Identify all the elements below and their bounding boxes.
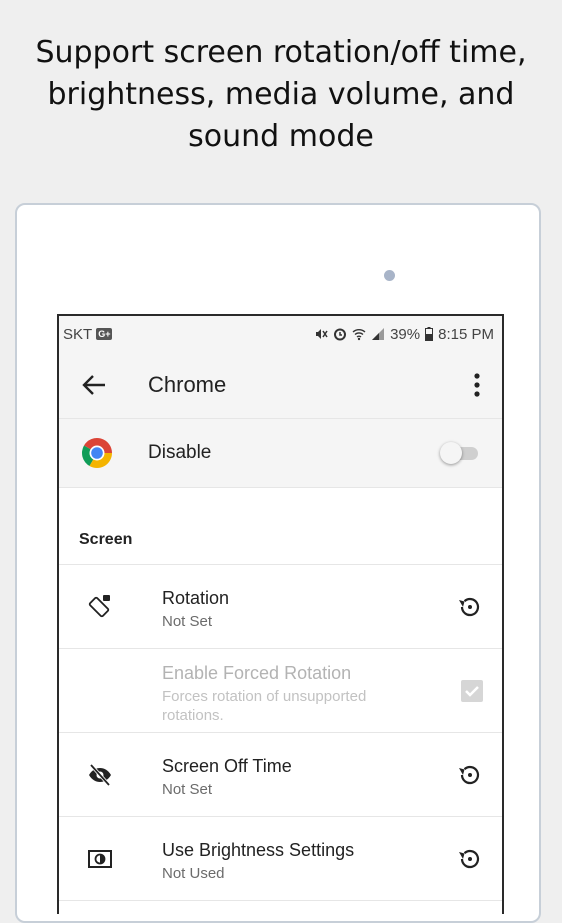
page-title: Chrome	[148, 372, 227, 397]
clock: 8:15 PM	[438, 325, 494, 343]
wifi-icon	[352, 329, 366, 341]
brightness-title: Use Brightness Settings	[162, 840, 355, 860]
network-badge: G+	[96, 328, 113, 340]
section-header-screen: Screen	[59, 488, 502, 565]
headline: Support screen rotation/off time, bright…	[0, 32, 562, 158]
eye-off-icon	[89, 763, 111, 787]
app-bar: Chrome	[59, 352, 502, 419]
headline-line-3: sound mode	[188, 119, 374, 154]
disable-label: Disable	[148, 442, 212, 463]
forced-rotation-checkbox	[461, 680, 483, 702]
reset-icon[interactable]	[457, 846, 483, 872]
disable-row[interactable]: Disable	[59, 419, 502, 488]
brightness-setting[interactable]: Use Brightness Settings Not Used	[59, 817, 502, 901]
battery-icon	[425, 327, 434, 341]
forced-rotation-setting: Enable Forced Rotation Forces rotation o…	[59, 649, 502, 733]
rotation-value: Not Set	[162, 613, 213, 630]
rotation-setting[interactable]: Rotation Not Set	[59, 565, 502, 649]
device-screen: SKT G+ 39% 8:15 PM Chrome Disable Screen…	[57, 314, 504, 914]
forced-rotation-title: Enable Forced Rotation	[162, 663, 352, 683]
status-bar: SKT G+ 39% 8:15 PM	[59, 316, 502, 352]
screen-off-time-setting[interactable]: Screen Off Time Not Set	[59, 733, 502, 817]
signal-icon	[372, 328, 385, 340]
headline-line-1: Support screen rotation/off time,	[35, 35, 527, 70]
disable-toggle[interactable]	[440, 442, 478, 464]
check-icon	[465, 686, 479, 697]
mute-vibrate-icon	[316, 329, 328, 339]
screen-off-time-value: Not Set	[162, 781, 213, 798]
arrow-back-icon[interactable]	[81, 373, 107, 397]
brightness-icon	[88, 850, 112, 868]
carrier-label: SKT	[63, 325, 93, 343]
screen-rotation-icon	[88, 595, 110, 618]
alarm-icon	[334, 328, 347, 341]
reset-icon[interactable]	[457, 762, 483, 788]
overflow-menu-icon[interactable]	[472, 372, 482, 398]
rotation-title: Rotation	[162, 588, 230, 608]
headline-line-2: brightness, media volume, and	[47, 77, 515, 112]
brightness-value: Not Used	[162, 865, 225, 882]
section-title: Screen	[79, 531, 133, 548]
chrome-app-icon	[81, 437, 113, 469]
forced-rotation-description: Forces rotation of unsupported rotations…	[162, 688, 367, 724]
tablet-camera	[384, 270, 395, 281]
reset-icon[interactable]	[457, 594, 483, 620]
battery-percent: 39%	[390, 325, 421, 343]
screen-off-time-title: Screen Off Time	[162, 756, 292, 776]
